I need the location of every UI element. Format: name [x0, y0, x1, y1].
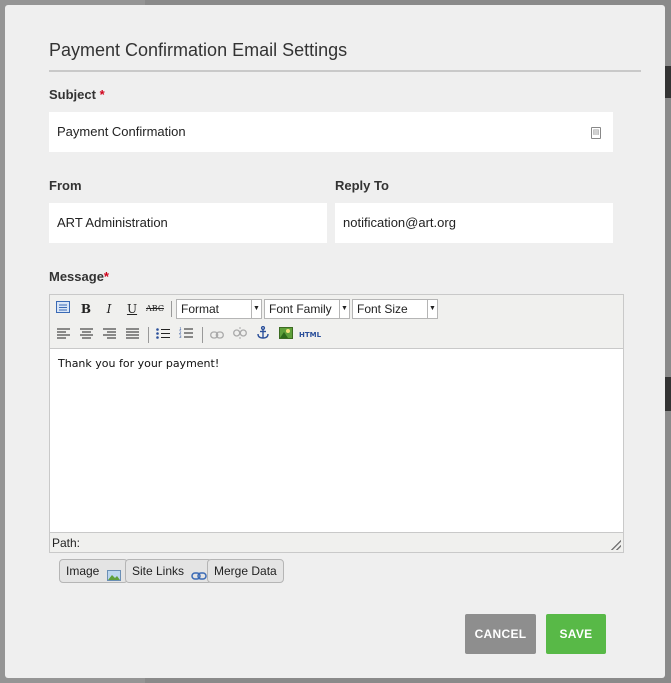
reply-to-label: Reply To	[335, 178, 389, 193]
link-icon[interactable]	[207, 325, 227, 345]
chevron-down-icon: ▼	[251, 300, 261, 318]
chevron-down-icon: ▼	[339, 300, 349, 318]
font-size-select[interactable]: Font Size ▼	[352, 299, 438, 319]
reply-to-input[interactable]: notification@art.org	[335, 203, 613, 243]
message-label-text: Message	[49, 269, 104, 284]
required-mark: *	[103, 269, 109, 284]
font-family-select[interactable]: Font Family ▼	[264, 299, 350, 319]
editor-toolbar-row-1: B I U ABC Format ▼ Font Family ▼ Font Si…	[50, 296, 623, 322]
numbered-list-icon[interactable]: 123	[176, 325, 196, 345]
from-value: ART Administration	[57, 215, 168, 230]
font-size-value: Font Size	[357, 302, 408, 316]
insert-image-button[interactable]: Image	[59, 559, 128, 583]
align-center-icon[interactable]	[76, 325, 96, 345]
subject-value: Payment Confirmation	[57, 124, 186, 139]
message-body[interactable]: Thank you for your payment!	[50, 348, 623, 532]
from-input[interactable]: ART Administration	[49, 203, 327, 243]
html-source-button[interactable]: HTML	[299, 325, 321, 345]
subject-input[interactable]: Payment Confirmation ▤	[49, 112, 613, 152]
editor-toolbar-row-2: 123 HTML	[50, 322, 623, 348]
bullet-list-icon[interactable]	[153, 325, 173, 345]
toolbar-separator	[148, 327, 149, 343]
italic-button[interactable]: I	[99, 299, 119, 319]
reply-to-value: notification@art.org	[343, 215, 456, 230]
strikethrough-button[interactable]: ABC	[145, 299, 165, 319]
font-family-value: Font Family	[269, 302, 332, 316]
cancel-button[interactable]: CANCEL	[465, 614, 536, 654]
editor-path-bar: Path:	[50, 532, 623, 552]
rich-text-editor: B I U ABC Format ▼ Font Family ▼ Font Si…	[49, 294, 624, 553]
align-left-icon[interactable]	[53, 325, 73, 345]
image-icon	[106, 566, 121, 582]
unlink-icon[interactable]	[230, 325, 250, 345]
merge-data-label: Merge Data	[214, 564, 277, 578]
message-body-text: Thank you for your payment!	[58, 357, 220, 370]
underline-button[interactable]: U	[122, 299, 142, 319]
dialog-title: Payment Confirmation Email Settings	[49, 40, 348, 60]
format-select-value: Format	[181, 302, 220, 316]
resize-grip-icon[interactable]	[611, 540, 621, 550]
title-divider	[49, 70, 641, 72]
link-icon	[191, 566, 208, 581]
bold-button[interactable]: B	[76, 299, 96, 319]
chevron-down-icon: ▼	[427, 300, 437, 318]
insert-site-links-button[interactable]: Site Links	[125, 559, 213, 583]
site-links-label: Site Links	[132, 564, 185, 578]
toolbar-separator	[202, 327, 203, 343]
insert-image-label: Image	[66, 564, 100, 578]
message-label: Message*	[49, 269, 109, 284]
field-menu-icon[interactable]: ▤	[591, 127, 601, 139]
email-settings-dialog: Payment Confirmation Email Settings Subj…	[5, 5, 665, 678]
source-toggle-icon[interactable]	[53, 299, 73, 319]
anchor-icon[interactable]	[253, 325, 273, 345]
save-button[interactable]: SAVE	[546, 614, 606, 654]
subject-label-text: Subject	[49, 87, 96, 102]
align-justify-icon[interactable]	[122, 325, 142, 345]
subject-label: Subject *	[49, 87, 105, 102]
required-mark: *	[99, 87, 105, 102]
insert-image-icon[interactable]	[276, 325, 296, 345]
format-select[interactable]: Format ▼	[176, 299, 262, 319]
from-label: From	[49, 178, 82, 193]
insert-merge-data-button[interactable]: Merge Data	[207, 559, 284, 583]
toolbar-separator	[171, 301, 172, 317]
svg-text:3: 3	[179, 334, 182, 339]
align-right-icon[interactable]	[99, 325, 119, 345]
path-label: Path:	[52, 536, 81, 550]
